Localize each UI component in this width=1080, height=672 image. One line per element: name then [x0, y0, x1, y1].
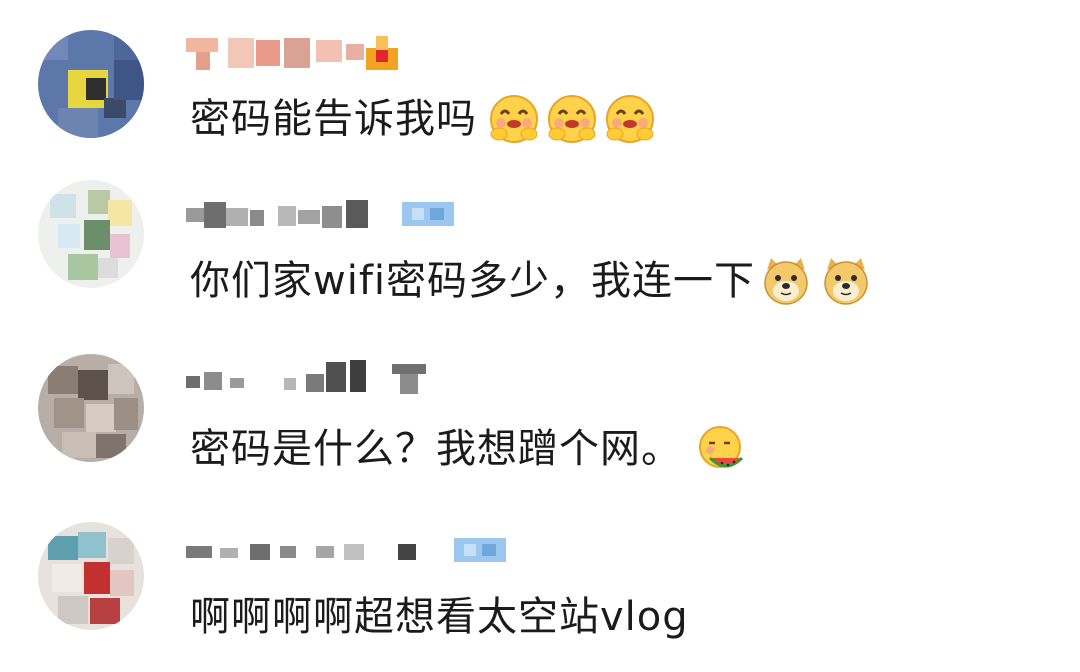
user-level-badge [398, 196, 458, 230]
hug-emoji-icon [489, 94, 539, 144]
eating-watermelon-emoji-icon [696, 424, 746, 474]
comment-text: 密码是什么？我想蹭个网。 [190, 426, 682, 472]
avatar[interactable] [38, 180, 144, 288]
user-level-badge [362, 36, 402, 70]
doge-emoji-icon [761, 256, 811, 306]
avatar[interactable] [38, 354, 144, 462]
username-blurred[interactable] [186, 196, 396, 232]
hug-emoji-icon [547, 94, 597, 144]
comment-item: 密码能告诉我吗 [0, 0, 1080, 168]
avatar[interactable] [38, 30, 144, 138]
avatar[interactable] [38, 522, 144, 630]
hug-emoji-icon [605, 94, 655, 144]
comment-item: 密码是什么？我想蹭个网。 [0, 336, 1080, 504]
comment-text: 密码能告诉我吗 [190, 96, 477, 142]
comment-item: 你们家wifi密码多少，我连一下 [0, 168, 1080, 336]
doge-emoji-icon [821, 256, 871, 306]
username-blurred[interactable] [186, 532, 446, 568]
comment-text: 你们家wifi密码多少，我连一下 [190, 258, 756, 304]
user-level-badge [388, 360, 432, 396]
comment-item: 啊啊啊啊超想看太空站vlog [0, 504, 1080, 672]
comment-text: 啊啊啊啊超想看太空站vlog [190, 594, 689, 640]
user-level-badge [450, 532, 510, 566]
